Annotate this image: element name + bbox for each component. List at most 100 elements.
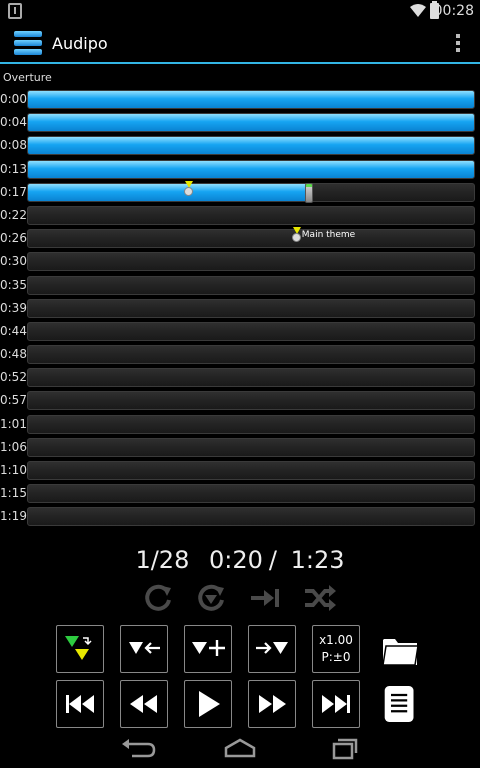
waveform-row[interactable]: 0:26 Main theme [0,227,480,250]
next-marker-button[interactable] [248,625,296,673]
waveform-row[interactable]: 1:15 [0,482,480,505]
previous-track-button[interactable] [56,680,104,728]
row-time-label: 0:52 [0,370,27,385]
waveform-row[interactable]: 0:44 [0,320,480,343]
row-time-label: 0:17 [0,184,27,199]
waveform-row[interactable]: 0:30 [0,250,480,273]
waveform-row[interactable]: 1:06 [0,436,480,459]
recent-apps-icon[interactable] [324,734,364,762]
shuffle-icon[interactable] [302,580,338,616]
waveform-row[interactable]: 0:48 [0,343,480,366]
wifi-icon [410,4,426,17]
waveform-row[interactable]: 0:17 [0,180,480,204]
waveform-row[interactable]: 0:22 [0,204,480,227]
add-marker-button[interactable] [184,625,232,673]
row-bar[interactable] [27,275,475,295]
speed-pitch-button[interactable]: x1.00 P:±0 [312,625,360,673]
row-bar[interactable] [27,345,475,365]
fast-forward-button[interactable] [248,680,296,728]
row-time-label: 0:57 [0,393,27,408]
row-bar[interactable] [27,159,475,179]
skip-next-icon [322,695,350,713]
marker-pin[interactable] [184,180,194,201]
play-icon [199,691,220,717]
playback-position: 1/28 0:20/ 1:23 [0,546,480,574]
row-bar[interactable] [27,113,475,133]
row-time-label: 0:13 [0,161,27,176]
marker-navigate-button[interactable] [56,625,104,673]
played-fill [28,114,474,132]
system-nav-bar [0,728,480,768]
row-time-label: 0:35 [0,277,27,292]
playhead-handle[interactable] [305,182,314,203]
row-bar[interactable] [27,484,475,504]
waveform-row[interactable]: 0:08 [0,134,480,157]
waveform-row[interactable]: 0:35 [0,274,480,297]
next-track-button[interactable] [312,680,360,728]
played-fill [28,137,474,155]
rewind-button[interactable] [120,680,168,728]
row-bar[interactable] [27,368,475,388]
played-fill [28,183,309,201]
rewind-icon [130,695,157,713]
row-bar[interactable] [27,414,475,434]
pitch-label: P:±0 [321,650,351,664]
row-bar[interactable] [27,437,475,457]
row-time-label: 1:01 [0,416,27,431]
row-time-label: 1:10 [0,463,27,477]
marker-navigate-icon [65,636,92,660]
waveform-rows[interactable]: 0:00 0:04 0:08 0:13 0:17 0:22 0:26 Main theme 0:… [0,88,480,529]
overflow-menu-icon[interactable] [454,32,462,54]
waveform-row[interactable]: 0:00 [0,88,480,111]
waveform-row[interactable]: 1:10 [0,459,480,482]
row-bar[interactable] [27,391,475,411]
action-bar: Audipo [0,24,480,64]
app-title: Audipo [52,34,108,53]
row-bar[interactable] [27,205,475,225]
played-fill [28,91,474,108]
playlist-icon[interactable] [382,682,422,726]
played-fill [28,160,474,178]
total-duration: 1:23 [290,546,345,574]
waveform-row[interactable]: 0:04 [0,111,480,134]
prev-marker-icon [129,642,160,654]
row-bar[interactable] [27,136,475,156]
waveform-row[interactable]: 0:39 [0,297,480,320]
home-icon[interactable] [220,734,260,762]
waveform-row[interactable]: 1:01 [0,413,480,436]
row-bar[interactable] [27,298,475,318]
time-separator: / [268,546,277,574]
row-bar[interactable] [27,182,475,202]
row-time-label: 0:26 [0,231,27,246]
waveform-row[interactable]: 1:19 [0,505,480,528]
waveform-row[interactable]: 0:52 [0,366,480,389]
waveform-row[interactable]: 0:57 [0,389,480,412]
track-index: 1/28 [135,546,190,574]
status-clock: 00:28 [433,3,474,19]
row-bar[interactable] [27,252,475,272]
row-bar[interactable] [27,321,475,341]
marker-label: Main theme [301,230,356,241]
skip-to-marker-icon[interactable] [248,580,284,616]
folder-icon[interactable] [380,628,420,672]
back-icon[interactable] [118,734,158,762]
row-time-label: 0:39 [0,300,27,315]
row-bar[interactable] [27,229,475,249]
track-title: Overture [3,71,52,84]
marker-pin[interactable] [291,227,302,247]
fast-forward-icon [259,695,286,713]
app-logo-icon[interactable] [14,29,42,57]
row-bar[interactable] [27,90,475,109]
row-time-label: 1:19 [0,509,27,524]
skip-previous-icon [66,695,94,713]
marker-repeat-icon[interactable] [193,580,229,616]
mode-toggles [0,580,480,616]
row-bar[interactable] [27,461,475,480]
row-bar[interactable] [27,507,475,527]
row-time-label: 0:00 [0,92,27,106]
row-time-label: 0:30 [0,254,27,269]
waveform-row[interactable]: 0:13 [0,158,480,181]
repeat-icon[interactable] [140,580,176,616]
play-button[interactable] [184,680,232,728]
prev-marker-button[interactable] [120,625,168,673]
